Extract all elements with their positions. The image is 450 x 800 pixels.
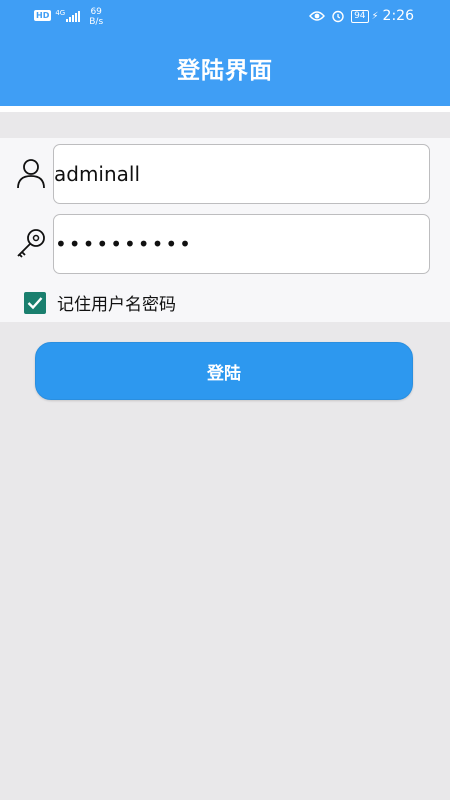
divider-strip (0, 106, 450, 112)
login-form: 记住用户名密码 (0, 138, 450, 322)
user-icon (14, 156, 48, 190)
eye-icon (309, 10, 325, 22)
remember-label: 记住用户名密码 (57, 295, 176, 315)
status-bar: HD 4G 69 B/s 94 ⚡ 2:26 (0, 0, 450, 36)
checkmark-icon (27, 296, 43, 309)
hd-badge: HD (34, 10, 52, 21)
network-speed: 69 B/s (89, 7, 103, 27)
app-bar: 登陆界面 (0, 36, 450, 106)
status-bar-right: 94 ⚡ 2:26 (303, 8, 414, 24)
status-bar-left: HD 4G 69 B/s (34, 7, 103, 27)
key-icon (14, 226, 48, 260)
speed-value: 69 (90, 7, 102, 17)
network-type: 4G (55, 9, 66, 17)
alarm-icon (331, 9, 345, 23)
username-input[interactable] (53, 144, 430, 204)
page-title: 登陆界面 (177, 58, 273, 84)
login-button-label: 登陆 (207, 363, 241, 384)
login-button[interactable]: 登陆 (35, 342, 413, 400)
remember-credentials[interactable]: 记住用户名密码 (24, 290, 176, 315)
speed-unit: B/s (89, 17, 104, 27)
charging-icon: ⚡ (371, 10, 379, 22)
clock-time: 2:26 (382, 8, 414, 24)
battery-icon: 94 (351, 9, 369, 23)
remember-checkbox[interactable] (24, 291, 46, 314)
signal-icon (66, 10, 81, 22)
password-input[interactable] (53, 214, 430, 274)
